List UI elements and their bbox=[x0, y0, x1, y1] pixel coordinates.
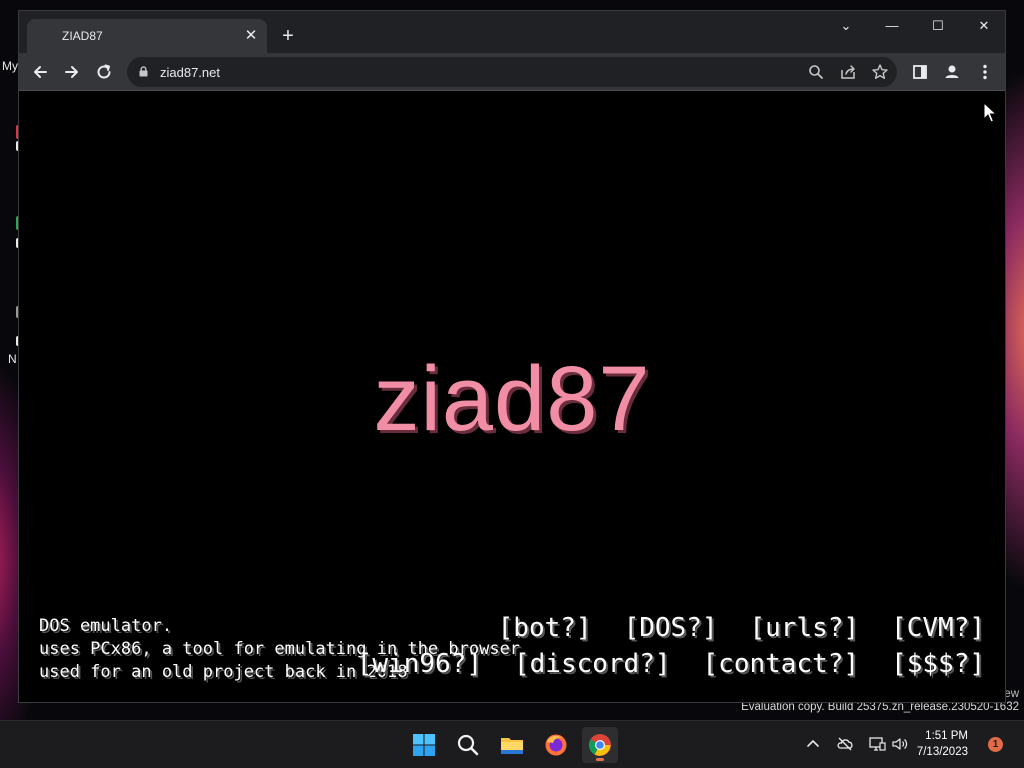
zoom-search-icon[interactable] bbox=[807, 63, 825, 81]
link-dos[interactable]: [DOS?] bbox=[624, 613, 718, 643]
close-window-button[interactable]: ✕ bbox=[961, 11, 1005, 41]
system-clock[interactable]: 1:51 PM 7/13/2023 bbox=[917, 728, 968, 760]
share-icon[interactable] bbox=[839, 63, 857, 81]
back-arrow-icon bbox=[34, 66, 47, 78]
kebab-menu-icon[interactable] bbox=[974, 61, 996, 83]
tab-ziad87[interactable]: ZIAD87 ✕ bbox=[27, 19, 267, 53]
link-win96[interactable]: [win96?] bbox=[357, 649, 482, 679]
url-text[interactable]: ziad87.net bbox=[160, 65, 220, 80]
chrome-icon bbox=[589, 734, 611, 756]
clock-date: 7/13/2023 bbox=[916, 746, 968, 758]
browser-toolbar: ziad87.net bbox=[19, 53, 1005, 91]
minimize-button[interactable]: — bbox=[869, 11, 915, 41]
active-app-indicator bbox=[596, 758, 604, 761]
start-icon bbox=[413, 734, 435, 756]
page-content: ziad87 DOS emulator. uses PCx86, a tool f… bbox=[19, 91, 1005, 702]
link-contact[interactable]: [contact?] bbox=[703, 649, 860, 679]
search-icon bbox=[457, 734, 479, 756]
forward-arrow-icon bbox=[65, 66, 78, 78]
file-explorer-icon bbox=[501, 738, 523, 754]
title-bar[interactable]: ZIAD87 ✕ + ⌄ — ☐ ✕ bbox=[19, 11, 1005, 53]
show-hidden-icons-chevron-up-icon[interactable] bbox=[804, 735, 822, 753]
links-row-bottom: [win96?] [discord?] [contact?] [$$$?] bbox=[325, 647, 985, 681]
link-bot[interactable]: [bot?] bbox=[498, 613, 592, 643]
desktop-icon-label[interactable]: N bbox=[8, 352, 17, 366]
link-urls[interactable]: [urls?] bbox=[750, 613, 860, 643]
profile-icon[interactable] bbox=[941, 61, 963, 83]
site-logo: ziad87 bbox=[373, 348, 651, 450]
firefox-button[interactable] bbox=[538, 727, 574, 763]
tab-close-icon[interactable]: ✕ bbox=[241, 26, 261, 46]
maximize-button[interactable]: ☐ bbox=[915, 11, 961, 41]
search-button[interactable] bbox=[450, 727, 486, 763]
tab-title: ZIAD87 bbox=[62, 29, 103, 43]
cloud-offline-icon[interactable] bbox=[836, 735, 854, 753]
chrome-button[interactable] bbox=[582, 727, 618, 763]
browser-window: ZIAD87 ✕ + ⌄ — ☐ ✕ ziad87.net ziad87 DOS… bbox=[18, 10, 1006, 703]
new-tab-button[interactable]: + bbox=[277, 25, 299, 47]
address-bar[interactable]: ziad87.net bbox=[127, 57, 897, 87]
notification-badge[interactable]: 1 bbox=[988, 737, 1003, 752]
forward-button[interactable] bbox=[59, 59, 85, 85]
volume-icon[interactable] bbox=[891, 735, 909, 753]
link-money[interactable]: [$$$?] bbox=[891, 649, 985, 679]
links-row-top: [bot?] [DOS?] [urls?] [CVM?] bbox=[466, 611, 985, 645]
link-cvm[interactable]: [CVM?] bbox=[891, 613, 985, 643]
file-explorer-button[interactable] bbox=[494, 727, 530, 763]
bookmark-star-icon[interactable] bbox=[871, 63, 889, 81]
tab-search-button[interactable]: ⌄ bbox=[823, 11, 869, 41]
side-panel-icon[interactable] bbox=[909, 61, 931, 83]
clock-time: 1:51 PM bbox=[925, 730, 968, 742]
reload-button[interactable] bbox=[91, 59, 117, 85]
start-button[interactable] bbox=[406, 727, 442, 763]
lock-icon[interactable] bbox=[139, 66, 148, 77]
firefox-icon bbox=[545, 734, 567, 756]
taskbar: 1:51 PM 7/13/2023 1 bbox=[0, 720, 1024, 768]
network-icon[interactable] bbox=[868, 735, 886, 753]
back-button[interactable] bbox=[27, 59, 53, 85]
description-line: DOS emulator. bbox=[39, 616, 173, 636]
mouse-cursor-icon bbox=[983, 102, 997, 123]
desktop-icon-label[interactable]: My bbox=[2, 59, 18, 73]
link-discord[interactable]: [discord?] bbox=[514, 649, 671, 679]
reload-icon bbox=[97, 64, 111, 79]
